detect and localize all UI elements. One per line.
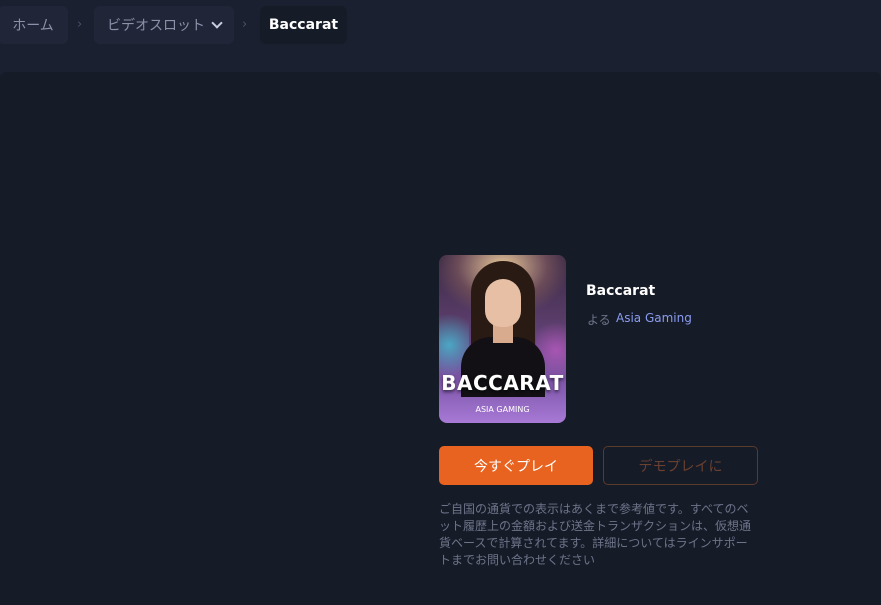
- breadcrumb-separator-icon: ›: [242, 17, 248, 32]
- breadcrumb-separator-icon: ›: [77, 17, 83, 32]
- breadcrumb-current-label: Baccarat: [268, 17, 339, 33]
- breadcrumb-current: Baccarat: [260, 6, 347, 44]
- dealer-face: [485, 279, 521, 327]
- provider-link[interactable]: Asia Gaming: [616, 311, 692, 325]
- currency-disclaimer: ご自国の通貨での表示はあくまで参考値です。すべてのベット履歴上の金額および送金ト…: [439, 502, 752, 567]
- play-now-button[interactable]: 今すぐプレイ: [439, 446, 593, 485]
- demo-play-button[interactable]: デモプレイに: [603, 446, 758, 485]
- chevron-down-icon: [211, 17, 223, 29]
- breadcrumb-category[interactable]: ビデオスロット: [94, 6, 234, 44]
- breadcrumb-home[interactable]: ホーム: [0, 6, 68, 44]
- breadcrumb-category-label: ビデオスロット: [107, 18, 205, 34]
- breadcrumb-home-label: ホーム: [12, 18, 54, 34]
- breadcrumb: ホーム › ビデオスロット › Baccarat: [0, 0, 881, 52]
- provider-by-label: よる: [587, 313, 611, 327]
- game-title: Baccarat: [586, 283, 656, 299]
- thumbnail-subtitle: ASIA GAMING: [475, 405, 530, 414]
- thumbnail-title: BACCARAT: [441, 371, 564, 395]
- game-thumbnail[interactable]: BACCARAT ASIA GAMING: [439, 255, 566, 423]
